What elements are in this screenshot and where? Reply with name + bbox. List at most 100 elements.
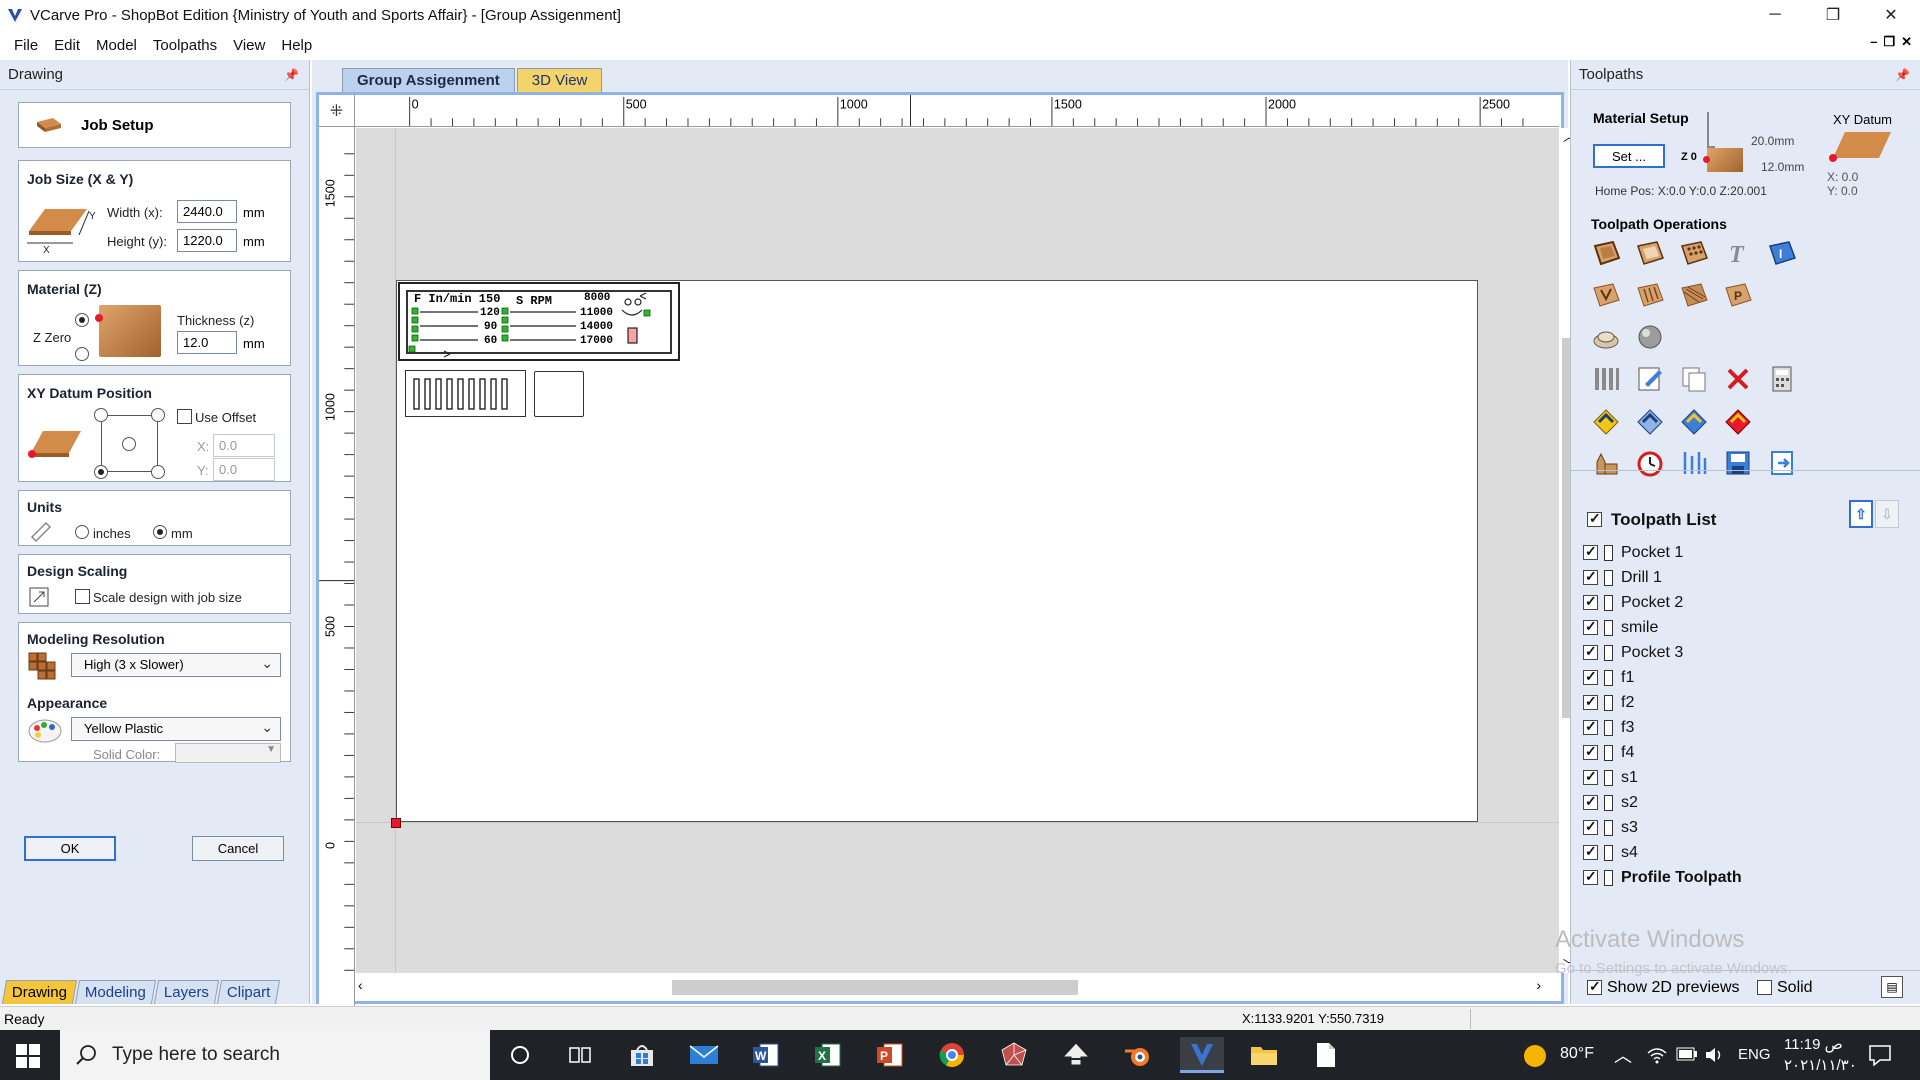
minimize-button[interactable]: ─	[1746, 0, 1804, 30]
store-icon[interactable]	[622, 1037, 662, 1073]
toolpath-checkbox[interactable]	[1583, 818, 1598, 835]
toolpath-checkbox[interactable]	[1583, 843, 1598, 860]
list-item[interactable]: s2	[1583, 790, 1903, 815]
menu-toolpaths[interactable]: Toolpaths	[145, 37, 225, 54]
tab-clipart[interactable]: Clipart	[216, 980, 281, 1004]
toolpath-checkbox[interactable]	[1583, 718, 1598, 735]
cancel-button[interactable]: Cancel	[192, 836, 284, 861]
list-item[interactable]: Drill 1	[1583, 565, 1903, 590]
move-up-icon[interactable]: ⇧	[1849, 500, 1873, 528]
drilling-toolpath-icon[interactable]	[1677, 236, 1711, 270]
tab-drawing[interactable]: Drawing	[1, 980, 78, 1004]
scroll-left-icon[interactable]: ‹	[358, 977, 363, 993]
datum-top-right-radio[interactable]	[151, 408, 165, 422]
calculator-icon[interactable]	[1765, 362, 1799, 396]
clock-date[interactable]: ٢٠٢١/١١/٣٠	[1784, 1056, 1857, 1074]
menu-edit[interactable]: Edit	[46, 37, 88, 54]
task-view-icon[interactable]	[560, 1037, 600, 1073]
copy-toolpath-icon[interactable]	[1677, 362, 1711, 396]
file-explorer-icon[interactable]	[1244, 1037, 1284, 1073]
clock-time[interactable]: 11:19 ص	[1784, 1035, 1843, 1053]
preview-selected-icon[interactable]	[1633, 404, 1667, 438]
reset-preview-icon[interactable]	[1721, 404, 1755, 438]
vcarve-text-toolpath-icon[interactable]: T	[1721, 236, 1755, 270]
tab-layers[interactable]: Layers	[153, 980, 220, 1004]
battery-icon[interactable]	[1676, 1047, 1698, 1061]
list-item[interactable]: f4	[1583, 740, 1903, 765]
datum-bottom-right-radio[interactable]	[151, 465, 165, 479]
save-toolpath-icon[interactable]	[1721, 446, 1755, 480]
toolpath-checkbox[interactable]	[1583, 768, 1598, 785]
weather-icon[interactable]	[1524, 1045, 1546, 1067]
preview-all-icon[interactable]	[1677, 404, 1711, 438]
scroll-right-icon[interactable]: ›	[1536, 977, 1541, 993]
vcarve-taskbar-icon[interactable]	[1180, 1037, 1224, 1073]
zzero-bottom-radio[interactable]	[75, 347, 89, 361]
3d-finishing-icon[interactable]	[1633, 320, 1667, 354]
list-item[interactable]: s3	[1583, 815, 1903, 840]
horizontal-scrollbar[interactable]: ‹ ›	[356, 973, 1559, 1001]
feed-speed-sign[interactable]: F In/min 150 120 90 60 S RPM 8000 11000 …	[398, 282, 680, 361]
list-item[interactable]: Profile Toolpath	[1583, 865, 1903, 890]
wifi-icon[interactable]	[1646, 1045, 1668, 1065]
notification-icon[interactable]	[1868, 1044, 1892, 1066]
list-item[interactable]: Pocket 1	[1583, 540, 1903, 565]
texture-toolpath-icon[interactable]	[1677, 278, 1711, 312]
toolpath-checkbox[interactable]	[1583, 593, 1598, 610]
powerpoint-icon[interactable]: P	[870, 1037, 910, 1073]
toolpath-checkbox[interactable]	[1583, 618, 1598, 635]
toolpath-checkbox[interactable]	[1583, 868, 1598, 885]
profile-toolpath-icon[interactable]	[1589, 236, 1623, 270]
use-offset-checkbox[interactable]	[177, 409, 192, 424]
menu-help[interactable]: Help	[273, 37, 320, 54]
move-down-icon[interactable]: ⇩	[1875, 500, 1899, 528]
tab-group-assigenment[interactable]: Group Assigenment	[342, 68, 515, 92]
tool-database-icon[interactable]	[1589, 362, 1623, 396]
ruler-origin-icon[interactable]: ⁜	[319, 95, 355, 127]
mdi-restore-button[interactable]: ❐	[1883, 34, 1895, 50]
chrome-icon[interactable]	[932, 1037, 972, 1073]
toolpath-summary-icon[interactable]	[1677, 446, 1711, 480]
toolpath-checkbox[interactable]	[1583, 568, 1598, 585]
cortana-icon[interactable]	[500, 1037, 540, 1073]
units-mm-radio[interactable]	[153, 525, 167, 539]
datum-top-left-radio[interactable]	[94, 408, 108, 422]
mdi-close-button[interactable]: ✕	[1901, 34, 1912, 50]
close-button[interactable]: ✕	[1862, 0, 1920, 30]
vcarve-toolpath-icon[interactable]	[1589, 278, 1623, 312]
datum-bottom-left-radio[interactable]	[94, 465, 108, 479]
list-item[interactable]: f1	[1583, 665, 1903, 690]
start-icon[interactable]	[16, 1044, 40, 1068]
blender-icon[interactable]	[1118, 1037, 1158, 1073]
solid-checkbox[interactable]	[1757, 980, 1772, 995]
toolpath-list-all-checkbox[interactable]	[1587, 510, 1602, 527]
list-item[interactable]: s4	[1583, 840, 1903, 865]
export-toolpath-icon[interactable]	[1765, 446, 1799, 480]
set-material-button[interactable]: Set ...	[1593, 144, 1665, 168]
toolpath-checkbox[interactable]	[1583, 743, 1598, 760]
mail-icon[interactable]	[684, 1037, 724, 1073]
height-input[interactable]	[177, 229, 237, 252]
resolution-select[interactable]: High (3 x Slower) ⌄	[71, 653, 281, 677]
thickness-input[interactable]	[177, 331, 237, 354]
mdi-minimize-button[interactable]: –	[1870, 34, 1877, 50]
3d-roughing-icon[interactable]	[1589, 320, 1623, 354]
units-inches-radio[interactable]	[75, 525, 89, 539]
edit-toolpath-icon[interactable]	[1633, 362, 1667, 396]
options-icon[interactable]: ▤	[1881, 976, 1903, 998]
menu-model[interactable]: Model	[88, 37, 145, 54]
toolpath-checkbox[interactable]	[1583, 693, 1598, 710]
inkscape-icon[interactable]	[1056, 1037, 1096, 1073]
language-indicator[interactable]: ENG	[1738, 1046, 1771, 1063]
list-item[interactable]: f2	[1583, 690, 1903, 715]
preview-toolpath-icon[interactable]	[1589, 404, 1623, 438]
menu-view[interactable]: View	[225, 37, 273, 54]
show-2d-previews-checkbox[interactable]	[1587, 978, 1602, 995]
menu-file[interactable]: File	[6, 37, 46, 54]
toolpath-checkbox[interactable]	[1583, 668, 1598, 685]
tab-modeling[interactable]: Modeling	[74, 980, 157, 1004]
rounded-rect-vector[interactable]	[534, 371, 584, 417]
inlay-toolpath-icon[interactable]: I	[1765, 236, 1799, 270]
delete-toolpath-icon[interactable]	[1721, 362, 1755, 396]
datum-center-radio[interactable]	[122, 437, 136, 451]
